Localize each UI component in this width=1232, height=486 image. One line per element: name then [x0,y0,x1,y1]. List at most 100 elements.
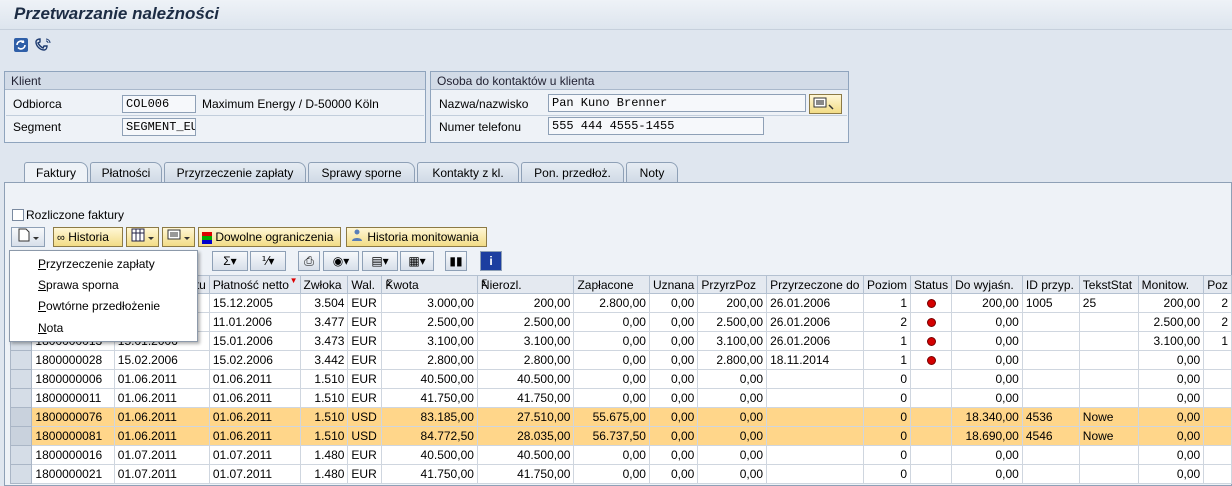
tab-ponowne-przedlozenie[interactable]: Pon. przedłoż. [521,162,624,183]
cell-text [1078,331,1139,351]
contact-menu-button[interactable] [162,227,195,247]
cell-cred: 0,00 [648,293,699,313]
row-selector[interactable] [9,445,33,465]
tab-platnosci[interactable]: Płatności [90,162,162,183]
cell-id [1021,464,1080,484]
sort-descending-icon: ▼ [289,276,298,286]
cell-cur: EUR [347,388,383,408]
cell-text [1078,350,1139,370]
cell-promd [766,369,865,389]
view-icon: ◉▾ [332,254,350,268]
cell-poz [1203,426,1232,446]
recipient-field[interactable]: COL006 [122,95,196,113]
table-row[interactable]: 1800000021 01.07.2011 01.07.2011 1.480 EUR 41… [9,464,1232,484]
free-restrictions-button[interactable]: Dowolne ograniczenia [198,227,341,247]
cell-cur: EUR [347,445,383,465]
menu-item-resubmission[interactable]: Powtórne przedłożenie [38,299,160,313]
column-header[interactable]: Do wyjaśn. [951,275,1023,294]
contact-name-field[interactable]: Pan Kuno Brenner [548,94,806,112]
cell-dun: 200,00 [1137,293,1205,313]
cell-clar: 0,00 [951,464,1023,484]
settled-invoices-checkbox[interactable] [12,209,24,221]
layout-menu-button[interactable] [126,227,159,247]
tab-noty[interactable]: Noty [626,162,678,183]
tab-przyrzeczenie-zaplaty[interactable]: Przyrzeczenie zapłaty [164,162,306,183]
cell-delay: 1.510 [299,407,349,427]
cell-id: 4536 [1021,407,1080,427]
segment-field[interactable]: SEGMENT_EU [122,118,196,136]
table-row[interactable]: 1800000011 01.06.2011 01.06.2011 1.510 EUR 41… [9,388,1232,408]
column-header[interactable]: Wal. [347,275,383,294]
refresh-icon[interactable] [12,37,30,55]
column-header[interactable]: Nierozl. Σ [476,275,575,294]
column-header[interactable]: Uznana [648,275,699,294]
cell-cred: 0,00 [648,407,699,427]
menu-item-dispute[interactable]: Sprawa sporna [38,278,119,292]
cell-net: 01.06.2011 [208,407,301,427]
glasses-icon: ∞ [57,232,65,244]
row-selector[interactable] [9,350,33,370]
cell-prom: 0,00 [697,426,768,446]
column-header[interactable]: TekstStat [1078,275,1139,294]
cell-lvl: 1 [863,293,912,313]
menu-item-payment-promise[interactable]: Przyrzeczenie zapłaty [38,257,155,271]
column-header[interactable]: Kwota Σ [381,275,478,294]
tab-sprawy-sporne[interactable]: Sprawy sporne [308,162,415,183]
info-button[interactable]: i [480,251,502,271]
phone-call-icon[interactable] [34,37,52,55]
sum-button[interactable]: Σ▾ [212,251,248,271]
contact-lookup-button[interactable] [809,94,842,114]
cell-status [910,350,953,370]
row-selector[interactable] [9,388,33,408]
subtotal-button[interactable]: ⅟▾ [250,251,286,271]
cell-status [910,312,953,332]
cell-text [1078,388,1139,408]
layout-button[interactable]: ▦▾ [400,251,434,271]
history-button[interactable]: ∞ Historia [53,227,123,247]
cell-delay: 1.510 [299,369,349,389]
table-row[interactable]: 1800000081 01.06.2011 01.06.2011 1.510 USD 84… [9,426,1232,446]
column-header[interactable]: Monitow. [1137,275,1205,294]
table-row[interactable]: 1800000076 01.06.2011 01.06.2011 1.510 USD 83… [9,407,1232,427]
tab-kontakty[interactable]: Kontakty z kl. [417,162,519,183]
cell-id: 1005 [1021,293,1080,313]
monitoring-history-label: Historia monitowania [367,230,479,244]
cell-net: 15.02.2006 [208,350,301,370]
cell-amt: 84.772,50 [381,426,478,446]
row-selector[interactable] [9,369,33,389]
column-header[interactable]: Przyrzeczone do [766,275,865,294]
cell-poz: 2 [1203,293,1232,313]
menu-item-note[interactable]: Nota [38,321,63,335]
column-header[interactable]: Zapłacone [573,275,650,294]
cell-status [910,464,953,484]
tab-faktury[interactable]: Faktury [24,162,88,184]
print-button[interactable]: ⎙ [298,251,320,271]
cell-clar: 0,00 [951,350,1023,370]
column-header[interactable]: Poziom [863,275,912,294]
row-selector[interactable] [9,407,33,427]
row-selector[interactable] [9,426,33,446]
cell-open: 3.100,00 [476,331,575,351]
column-header[interactable]: ID przyp. [1021,275,1080,294]
column-header[interactable]: PrzyrzPoz [697,275,768,294]
graphic-button[interactable]: ▮▮ [445,251,467,271]
column-header[interactable]: Zwłoka [299,275,349,294]
cell-clar: 0,00 [951,388,1023,408]
column-header[interactable]: Status [910,275,953,294]
column-header[interactable]: Poz [1203,275,1232,294]
status-red-icon [926,337,936,347]
create-menu-button[interactable] [11,227,45,247]
cell-net: 01.06.2011 [208,388,301,408]
phone-field[interactable]: 555 444 4555-1455 [548,117,764,135]
row-selector[interactable] [9,464,33,484]
cell-amt: 41.750,00 [381,388,478,408]
table-row[interactable]: 1800000006 01.06.2011 01.06.2011 1.510 EUR 40… [9,369,1232,389]
view-button[interactable]: ◉▾ [323,251,359,271]
export-button[interactable]: ▤▾ [362,251,398,271]
table-row[interactable]: 1800000016 01.07.2011 01.07.2011 1.480 EUR 40… [9,445,1232,465]
column-header[interactable]: Płatność netto ▼ [208,275,301,294]
table-row[interactable]: 1800000028 15.02.2006 15.02.2006 3.442 EUR 2.… [9,350,1232,370]
cell-date: 01.07.2011 [113,464,210,484]
monitoring-history-button[interactable]: Historia monitowania [346,227,487,247]
cell-doc: 1800000006 [31,369,115,389]
